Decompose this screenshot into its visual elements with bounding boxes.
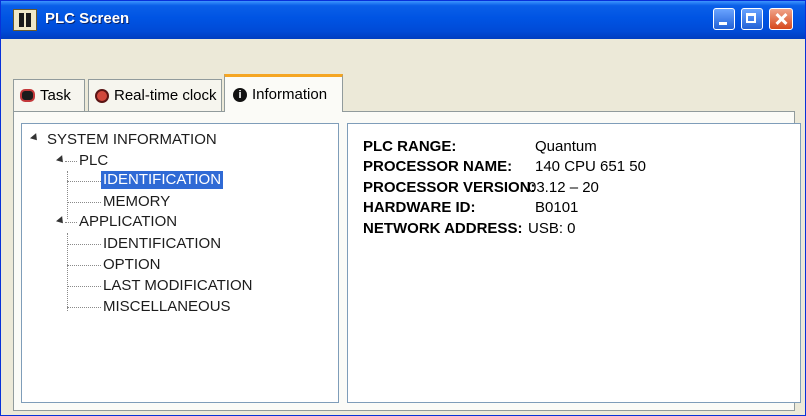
info-value: USB: 0 bbox=[528, 220, 576, 237]
info-label: PROCESSOR NAME: bbox=[363, 158, 513, 175]
tree-node-app-option[interactable]: OPTION bbox=[103, 256, 161, 274]
info-value: B0101 bbox=[535, 199, 579, 216]
tab-real-time-clock-label: Real-time clock bbox=[114, 87, 217, 104]
tree-connector bbox=[67, 202, 101, 203]
tree-node-plc-identification[interactable]: IDENTIFICATION bbox=[101, 171, 224, 189]
tab-task[interactable]: Task bbox=[13, 79, 85, 111]
tree-node-plc[interactable]: PLC bbox=[79, 152, 108, 170]
info-value: 140 CPU 651 50 bbox=[535, 158, 646, 175]
tree-connector bbox=[67, 286, 101, 287]
close-button[interactable] bbox=[769, 8, 793, 30]
info-label: HARDWARE ID: bbox=[363, 199, 476, 216]
minimize-button[interactable] bbox=[713, 8, 735, 30]
task-icon bbox=[20, 89, 35, 102]
tree-node-plc-memory[interactable]: MEMORY bbox=[103, 193, 170, 211]
tree-connector bbox=[67, 171, 68, 219]
tab-information-label: Information bbox=[252, 86, 328, 103]
tree-connector bbox=[67, 244, 101, 245]
plc-screen-window: PLC Screen Task Real-time clock i Inform… bbox=[0, 0, 806, 416]
clock-icon bbox=[95, 88, 109, 103]
info-label: NETWORK ADDRESS: bbox=[363, 220, 523, 237]
window-title: PLC Screen bbox=[45, 10, 130, 27]
tab-real-time-clock[interactable]: Real-time clock bbox=[88, 79, 222, 111]
tree-node-app-miscellaneous[interactable]: MISCELLANEOUS bbox=[103, 298, 231, 316]
tree-connector bbox=[65, 161, 77, 162]
tree-connector bbox=[65, 222, 77, 223]
tree-connector bbox=[67, 265, 101, 266]
tree-node-application[interactable]: APPLICATION bbox=[79, 213, 177, 231]
tree-node-app-identification[interactable]: IDENTIFICATION bbox=[103, 235, 221, 253]
tree-node-system-information[interactable]: SYSTEM INFORMATION bbox=[47, 131, 217, 149]
info-label: PROCESSOR VERSION: bbox=[363, 179, 536, 196]
info-icon: i bbox=[233, 87, 247, 102]
info-value: 03.12 – 20 bbox=[528, 179, 599, 196]
info-value: Quantum bbox=[535, 138, 597, 155]
tab-information[interactable]: i Information bbox=[224, 74, 343, 112]
tree-connector bbox=[67, 307, 101, 308]
app-icon bbox=[13, 9, 37, 31]
info-label: PLC RANGE: bbox=[363, 138, 457, 155]
tree-connector bbox=[67, 181, 101, 182]
maximize-button[interactable] bbox=[741, 8, 763, 30]
tab-task-label: Task bbox=[40, 87, 71, 104]
tree-node-app-last-modification[interactable]: LAST MODIFICATION bbox=[103, 277, 252, 295]
title-bar[interactable]: PLC Screen bbox=[1, 1, 805, 39]
system-info-tree[interactable] bbox=[21, 123, 339, 403]
